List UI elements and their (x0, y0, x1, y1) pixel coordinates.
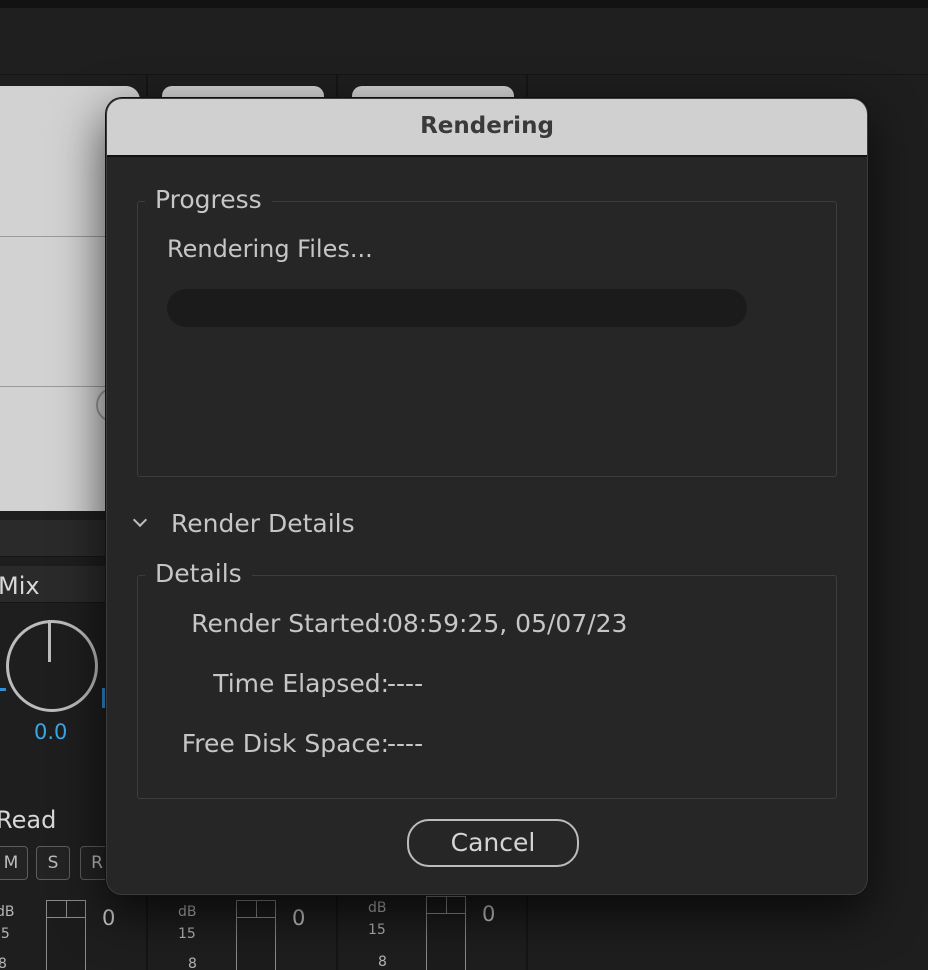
level-meter (236, 900, 276, 970)
db-scale-label: 15 (0, 926, 10, 942)
dialog-title: Rendering (420, 113, 554, 139)
automation-mode-label[interactable]: Read (0, 806, 56, 834)
meter-zero-label: 0 (102, 906, 116, 930)
progress-bar (167, 289, 747, 327)
detail-row-free-disk-space: Free Disk Space: ---- (137, 729, 817, 769)
db-label: dB (178, 904, 197, 920)
panel-header-strip (0, 8, 928, 75)
solo-button[interactable]: S (36, 846, 70, 880)
db-scale-label: 8 (188, 956, 197, 970)
details-group-label: Details (145, 559, 252, 588)
db-scale-label: 15 (368, 922, 386, 938)
dialog-titlebar[interactable]: Rendering (107, 99, 867, 157)
db-label: dB (0, 904, 15, 920)
pan-value[interactable]: 0.0 (34, 720, 67, 744)
pan-knob[interactable] (6, 620, 98, 712)
chevron-down-icon (132, 512, 148, 528)
progress-status-text: Rendering Files... (167, 235, 373, 263)
detail-value: 08:59:25, 05/07/23 (387, 609, 628, 638)
db-scale-label: 8 (378, 954, 387, 970)
db-label: dB (368, 900, 387, 916)
detail-value: ---- (387, 729, 424, 758)
render-details-toggle[interactable]: Render Details (132, 507, 365, 547)
detail-row-render-started: Render Started: 08:59:25, 05/07/23 (137, 609, 817, 649)
pan-range-mark-left (0, 688, 6, 691)
cancel-button[interactable]: Cancel (407, 819, 579, 867)
detail-label: Render Started: (191, 609, 389, 638)
detail-label: Free Disk Space: (181, 729, 389, 758)
progress-group-label: Progress (145, 185, 272, 214)
detail-label: Time Elapsed: (213, 669, 389, 698)
meter-zero-label: 0 (482, 902, 496, 926)
mix-label: Mix (0, 572, 40, 600)
top-edge (0, 0, 928, 8)
render-details-label: Render Details (171, 509, 355, 538)
db-scale-label: 15 (178, 926, 196, 942)
meter-zero-label: 0 (292, 906, 306, 930)
detail-value: ---- (387, 669, 424, 698)
app-window: Mix 0.0 Read M S R dB 15 8 0 dB 15 8 0 d… (0, 0, 928, 970)
level-meter (46, 900, 86, 970)
db-scale-label: 8 (0, 956, 7, 970)
detail-row-time-elapsed: Time Elapsed: ---- (137, 669, 817, 709)
rendering-dialog: Rendering Progress Rendering Files... Re… (106, 98, 868, 895)
mute-button[interactable]: M (0, 846, 28, 880)
pan-range-mark-right (102, 688, 105, 708)
level-meter (426, 896, 466, 970)
pan-knob-indicator (48, 620, 51, 662)
